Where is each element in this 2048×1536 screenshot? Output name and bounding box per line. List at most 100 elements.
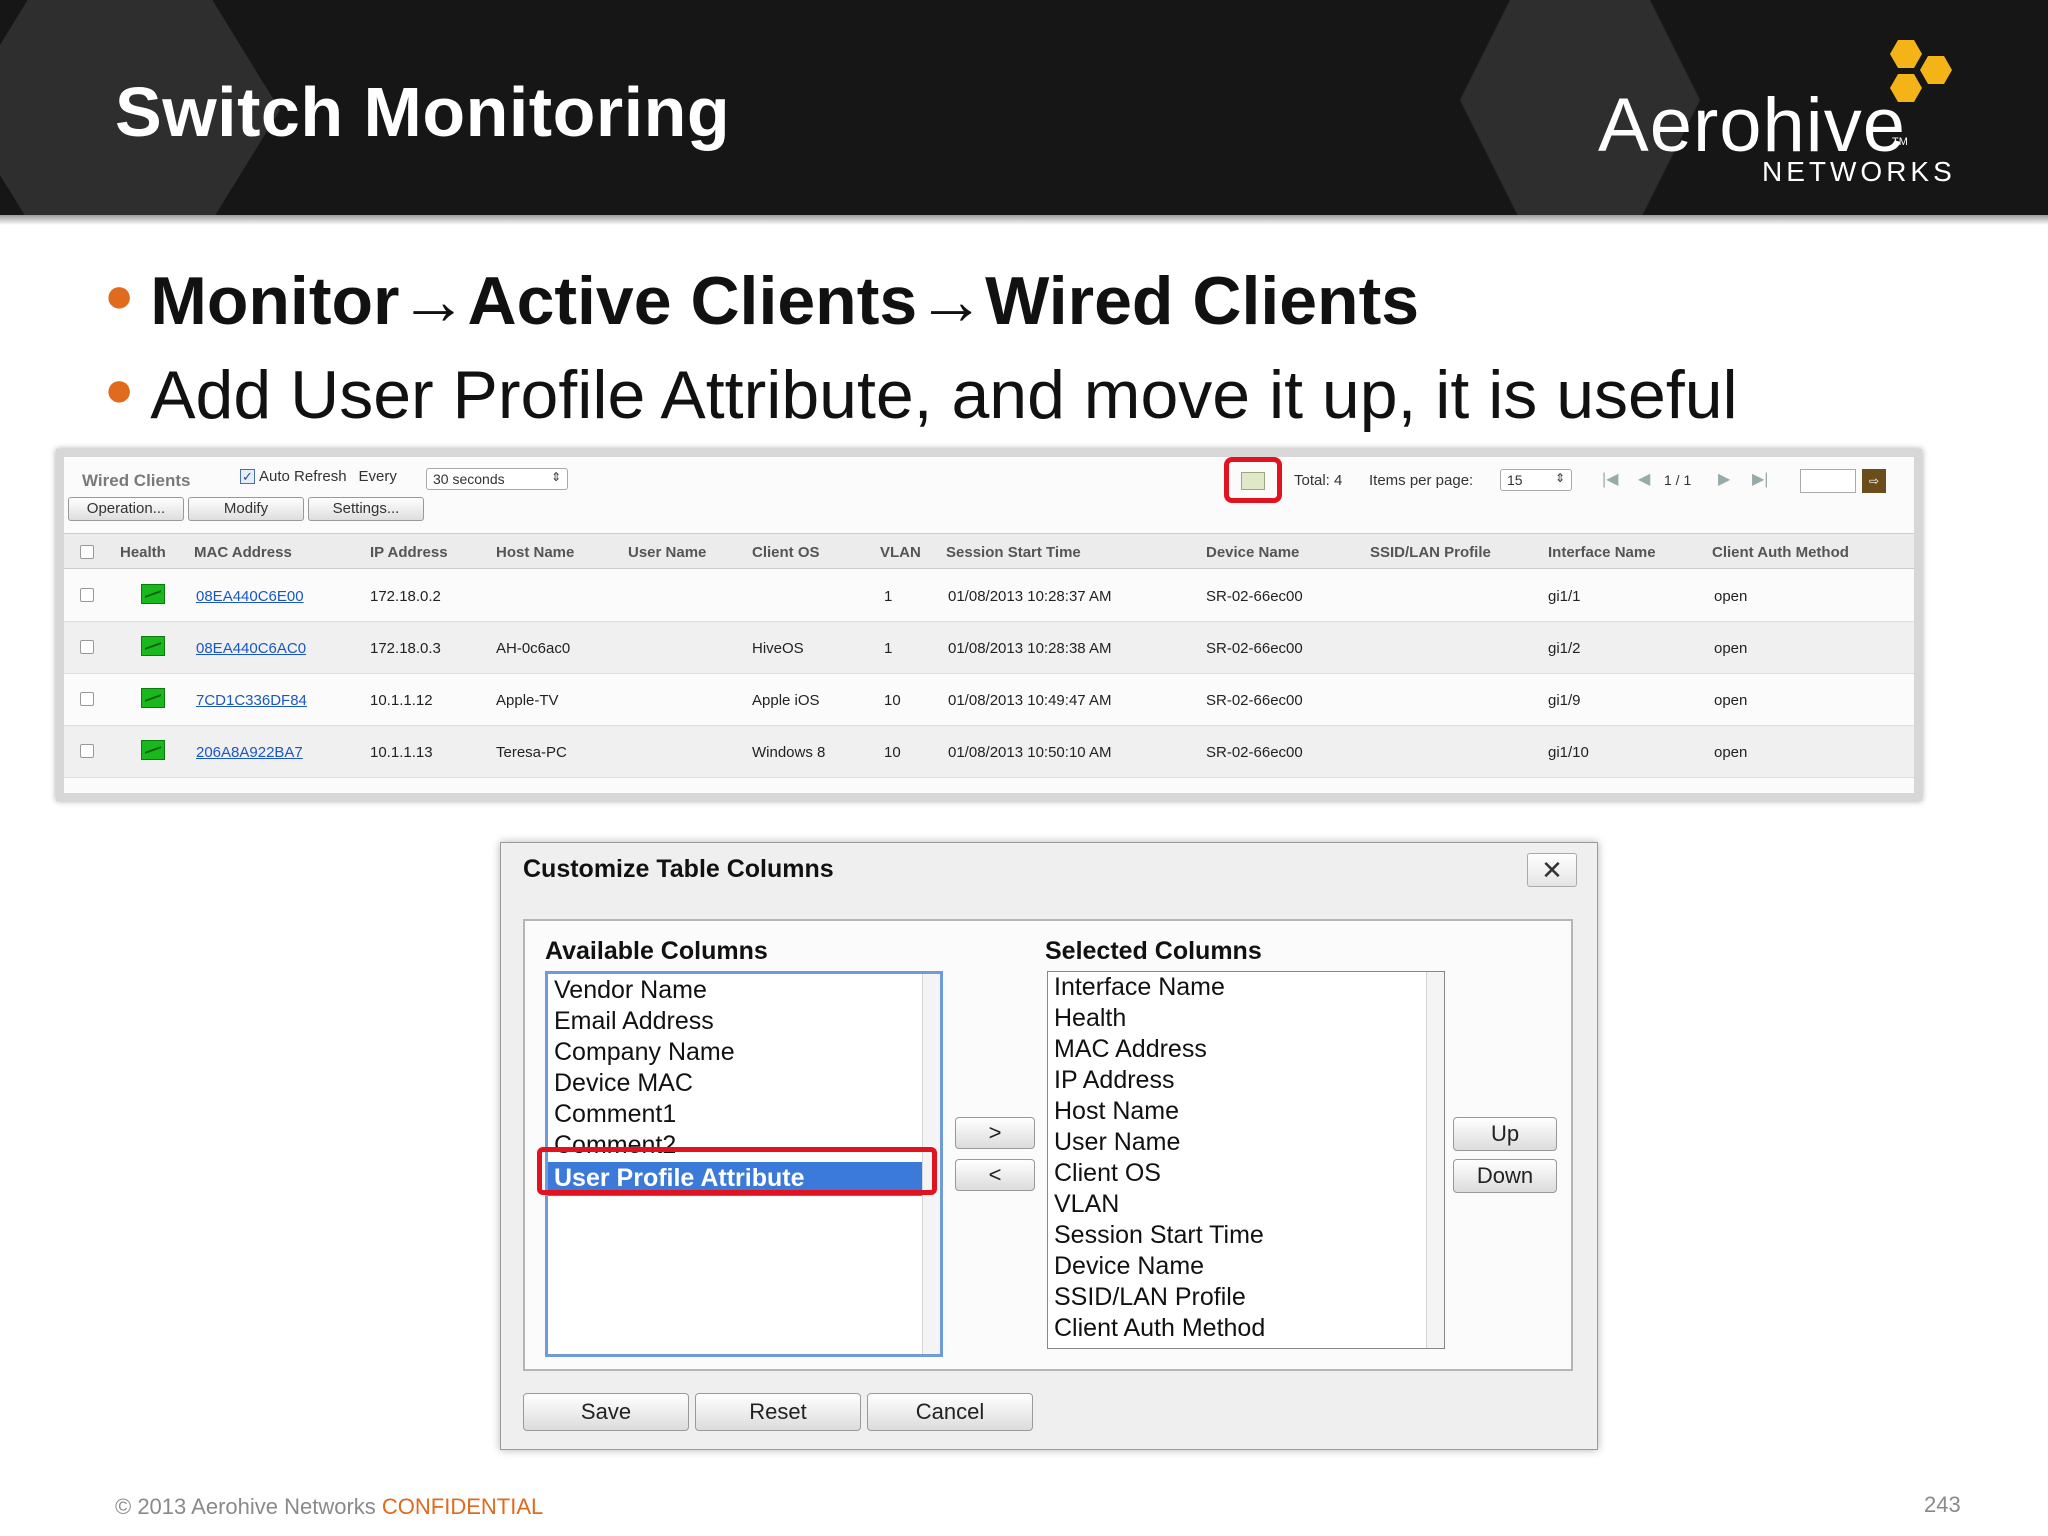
items-per-page-label: Items per page: (1369, 472, 1474, 489)
bullet-dot-icon: ● (104, 361, 135, 417)
next-page-icon[interactable]: ▶ (1718, 469, 1730, 489)
mac-address-link[interactable]: 7CD1C336DF84 (196, 692, 307, 709)
list-item[interactable]: IP Address (1054, 1066, 1174, 1095)
column-header[interactable]: Session Start Time (946, 544, 1081, 561)
vlan-cell: 1 (884, 640, 893, 657)
customize-columns-button[interactable] (1224, 457, 1282, 503)
column-header[interactable]: Interface Name (1548, 544, 1656, 561)
device-name-cell: SR-02-66ec00 (1206, 692, 1303, 709)
session-start-cell: 01/08/2013 10:49:47 AM (948, 692, 1112, 709)
list-item[interactable]: Company Name (554, 1038, 735, 1067)
selected-columns-list[interactable]: Interface Name Health MAC Address IP Add… (1047, 971, 1445, 1349)
list-item[interactable]: Client Auth Method (1054, 1314, 1265, 1343)
list-item[interactable]: Device MAC (554, 1069, 693, 1098)
ip-address-cell: 172.18.0.3 (370, 640, 441, 657)
column-header[interactable]: User Name (628, 544, 706, 561)
list-item[interactable]: SSID/LAN Profile (1054, 1283, 1246, 1312)
move-right-button[interactable]: > (955, 1117, 1035, 1149)
move-up-button[interactable]: Up (1453, 1117, 1557, 1151)
column-header[interactable]: SSID/LAN Profile (1370, 544, 1491, 561)
ip-address-cell: 10.1.1.12 (370, 692, 433, 709)
list-item[interactable]: Email Address (554, 1007, 714, 1036)
ip-address-cell: 172.18.0.2 (370, 588, 441, 605)
row-checkbox[interactable] (80, 588, 94, 602)
list-item[interactable]: Host Name (1054, 1097, 1179, 1126)
refresh-interval-select[interactable]: 30 seconds ⇕ (426, 468, 568, 490)
cancel-button[interactable]: Cancel (867, 1393, 1033, 1431)
page-number: 243 (1924, 1492, 1961, 1517)
move-left-button[interactable]: < (955, 1159, 1035, 1191)
items-per-page-select[interactable]: 15 ⇕ (1500, 469, 1572, 491)
column-header[interactable]: IP Address (370, 544, 448, 561)
column-header[interactable]: Client Auth Method (1712, 544, 1849, 561)
total-count: Total: 4 (1294, 472, 1343, 489)
host-name-cell: Apple-TV (496, 692, 559, 709)
table-row[interactable]: 7CD1C336DF84 10.1.1.12 Apple-TV Apple iO… (64, 674, 1914, 726)
mac-address-link[interactable]: 08EA440C6E00 (196, 588, 304, 605)
page-indicator: 1 / 1 (1664, 472, 1692, 488)
select-all-checkbox[interactable] (80, 545, 94, 559)
banner-shadow (0, 215, 2048, 225)
list-item[interactable]: Session Start Time (1054, 1221, 1264, 1250)
list-item[interactable]: Vendor Name (554, 976, 707, 1005)
list-item[interactable]: VLAN (1054, 1190, 1119, 1219)
row-checkbox[interactable] (80, 692, 94, 706)
prev-page-icon[interactable]: ◀ (1638, 469, 1650, 489)
list-item[interactable]: Health (1054, 1004, 1126, 1033)
list-item[interactable]: Interface Name (1054, 973, 1225, 1002)
vertical-scrollbar[interactable] (1426, 972, 1444, 1348)
settings-button[interactable]: Settings... (308, 497, 424, 521)
first-page-icon[interactable]: |◀ (1602, 469, 1618, 489)
available-columns-label: Available Columns (545, 937, 768, 965)
column-header[interactable]: Health (120, 544, 166, 561)
column-header[interactable]: MAC Address (194, 544, 292, 561)
columns-frame: Available Columns Selected Columns Vendo… (523, 919, 1573, 1371)
select-arrows-icon: ⇕ (1554, 471, 1565, 485)
mac-address-link[interactable]: 08EA440C6AC0 (196, 640, 306, 657)
interface-cell: gi1/9 (1548, 692, 1581, 709)
column-header[interactable]: Host Name (496, 544, 574, 561)
operation-button[interactable]: Operation... (68, 497, 184, 521)
table-settings-icon (1241, 472, 1265, 490)
logo-trademark: TM (1892, 136, 1908, 148)
table-row[interactable]: 08EA440C6AC0 172.18.0.3 AH-0c6ac0 HiveOS… (64, 622, 1914, 674)
auto-refresh-label: Auto Refresh (259, 468, 347, 485)
row-checkbox[interactable] (80, 744, 94, 758)
modify-button[interactable]: Modify (188, 497, 304, 521)
table-row[interactable]: 08EA440C6E00 172.18.0.2 1 01/08/2013 10:… (64, 570, 1914, 622)
vlan-cell: 10 (884, 744, 901, 761)
list-item[interactable]: Comment1 (554, 1100, 676, 1129)
select-arrows-icon: ⇕ (550, 470, 561, 484)
column-header[interactable]: Device Name (1206, 544, 1299, 561)
ip-address-cell: 10.1.1.13 (370, 744, 433, 761)
interface-cell: gi1/10 (1548, 744, 1589, 761)
interface-cell: gi1/2 (1548, 640, 1581, 657)
list-item[interactable]: User Name (1054, 1128, 1180, 1157)
list-item[interactable]: MAC Address (1054, 1035, 1207, 1064)
list-item[interactable]: Client OS (1054, 1159, 1161, 1188)
bullet-navigation-path: ● Monitor→Active Clients→Wired Clients (104, 263, 1420, 339)
table-row[interactable]: 206A8A922BA7 10.1.1.13 Teresa-PC Windows… (64, 726, 1914, 778)
row-checkbox[interactable] (80, 640, 94, 654)
list-item[interactable]: Device Name (1054, 1252, 1204, 1281)
reset-button[interactable]: Reset (695, 1393, 861, 1431)
save-button[interactable]: Save (523, 1393, 689, 1431)
interface-cell: gi1/1 (1548, 588, 1581, 605)
last-page-icon[interactable]: ▶| (1752, 469, 1768, 489)
column-header[interactable]: Client OS (752, 544, 820, 561)
mac-address-link[interactable]: 206A8A922BA7 (196, 744, 303, 761)
logo-subtitle: NETWORKS (1762, 156, 1956, 187)
column-header[interactable]: VLAN (880, 544, 921, 561)
client-os-cell: Windows 8 (752, 744, 826, 761)
goto-page-input[interactable] (1800, 469, 1856, 493)
table-header: Health MAC Address IP Address Host Name … (64, 533, 1914, 569)
close-icon[interactable]: ✕ (1527, 853, 1577, 887)
auto-refresh-checkbox[interactable]: ✓ (240, 469, 255, 484)
auth-method-cell: open (1714, 640, 1748, 657)
device-name-cell: SR-02-66ec00 (1206, 744, 1303, 761)
slide-title: Switch Monitoring (115, 73, 731, 151)
goto-page-button[interactable]: ⇨ (1862, 469, 1886, 493)
dialog-title: Customize Table Columns (523, 855, 834, 883)
vlan-cell: 1 (884, 588, 893, 605)
move-down-button[interactable]: Down (1453, 1159, 1557, 1193)
